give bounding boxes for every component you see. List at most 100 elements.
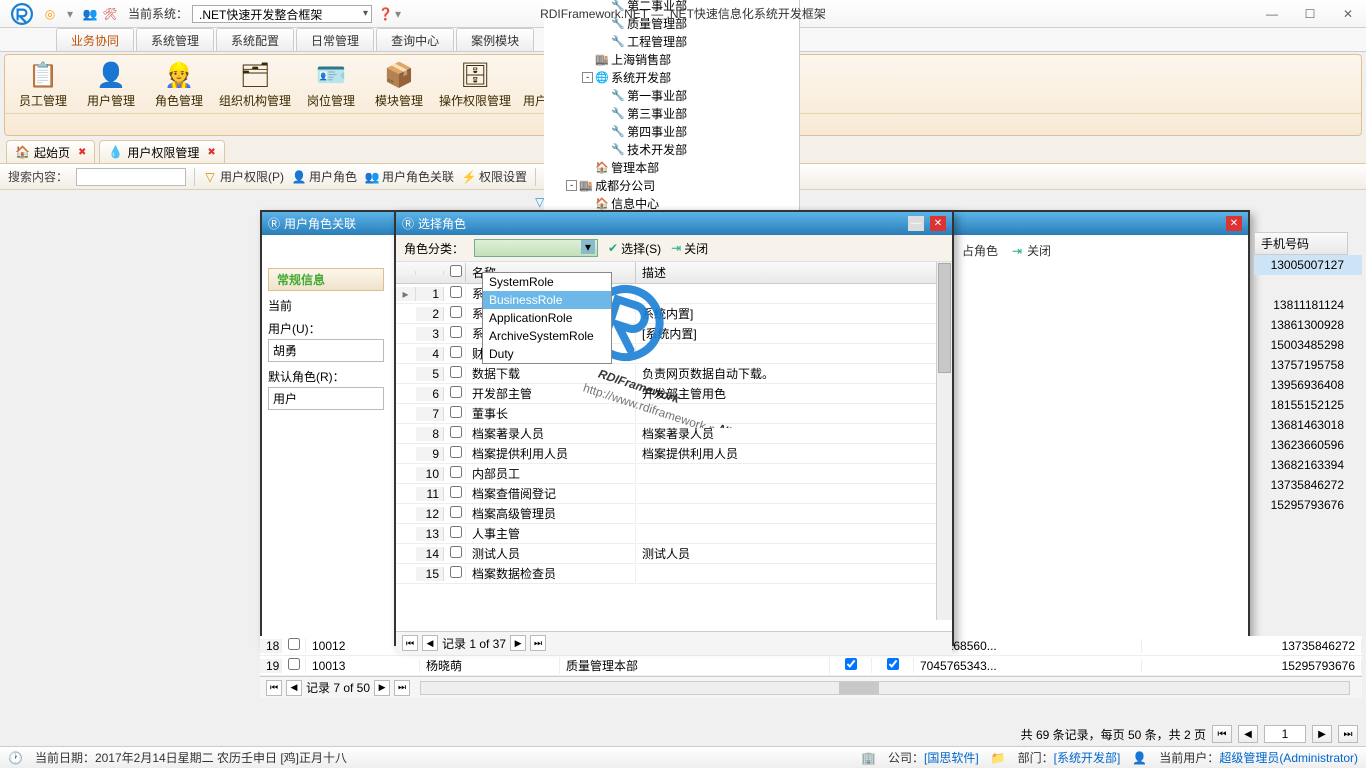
close-button[interactable]: ✕ [1338, 7, 1358, 21]
row-checkbox[interactable] [450, 366, 462, 378]
tree-toggle[interactable]: - [582, 72, 593, 83]
table-row[interactable]: 2系系统内置] [396, 304, 952, 324]
table-row[interactable]: 4财务主管 [396, 344, 952, 364]
tab-sysconfig[interactable]: 系统配置 [216, 28, 294, 51]
modal1-close-icon[interactable]: ✕ [1226, 216, 1242, 231]
ribbon-role[interactable]: 👷角色管理 [147, 58, 211, 111]
help-dropdown-icon[interactable]: ▾ [395, 7, 401, 21]
dropdown-item[interactable]: SystemRole [483, 273, 611, 291]
bg-prev[interactable]: ◀ [286, 680, 302, 696]
row-checkbox[interactable] [450, 506, 462, 518]
btn-occupy-role[interactable]: 占角色 [962, 242, 998, 259]
row-checkbox[interactable] [450, 426, 462, 438]
tools-icon[interactable]: 🛠 [102, 6, 118, 22]
rolecat-dropdown[interactable]: SystemRoleBusinessRoleApplicationRoleArc… [482, 272, 612, 364]
row-checkbox[interactable] [450, 286, 462, 298]
row-checkbox[interactable] [450, 526, 462, 538]
tab-examples[interactable]: 案例模块 [456, 28, 534, 51]
tab-query[interactable]: 查询中心 [376, 28, 454, 51]
tree-node[interactable]: 🔧技术开发部 [548, 141, 795, 159]
tree-node[interactable]: 🏠管理本部 [548, 159, 795, 177]
table-row[interactable]: 11档案查借阅登记 [396, 484, 952, 504]
users-icon[interactable]: 👥 [82, 6, 98, 22]
table-row[interactable]: 7董事长 [396, 404, 952, 424]
ribbon-org[interactable]: 🗂组织机构管理 [215, 58, 295, 111]
defrole-field[interactable]: 用户 [268, 387, 384, 410]
tree-toggle[interactable]: - [566, 180, 577, 191]
help-icon[interactable]: ❓ [378, 7, 393, 21]
bg-next[interactable]: ▶ [374, 680, 390, 696]
btn-userrolelink[interactable]: 👥用户角色关联 [365, 168, 454, 185]
page-input[interactable] [1264, 725, 1306, 743]
modal2-close-icon[interactable]: ✕ [930, 216, 946, 231]
table-row[interactable]: 13人事主管 [396, 524, 952, 544]
pager-prev[interactable]: ◀ [422, 635, 438, 651]
target-icon[interactable]: ◎ [42, 6, 58, 22]
tab-sysmgmt[interactable]: 系统管理 [136, 28, 214, 51]
table-row[interactable]: ▸1系 [396, 284, 952, 304]
ribbon-post[interactable]: 🪪岗位管理 [299, 58, 363, 111]
tree-node[interactable]: -🌐系统开发部 [548, 69, 795, 87]
table-row[interactable]: 6开发部主管开发部主管用色 [396, 384, 952, 404]
row-checkbox[interactable] [450, 406, 462, 418]
row-checkbox[interactable] [450, 466, 462, 478]
tree-node[interactable]: 🔧工程管理部 [548, 33, 795, 51]
bg-last[interactable]: ⏭ [394, 680, 410, 696]
tab-daily[interactable]: 日常管理 [296, 28, 374, 51]
grid-body[interactable]: ▸1系2系系统内置]3系统配置员[系统内置]4财务主管5数据下载负责网页数据自动… [396, 284, 952, 632]
row-checkbox[interactable] [450, 566, 462, 578]
doctab-home[interactable]: 🏠起始页✖ [6, 140, 95, 163]
col-desc[interactable]: 描述 [636, 262, 952, 283]
close-tab-icon[interactable]: ✖ [207, 147, 215, 158]
user-field[interactable]: 胡勇 [268, 339, 384, 362]
btn-permset[interactable]: ⚡权限设置 [462, 168, 527, 185]
page-last[interactable]: ⏭ [1338, 725, 1358, 743]
tree-node[interactable]: 🔧第一事业部 [548, 87, 795, 105]
table-row[interactable]: 12档案高级管理员 [396, 504, 952, 524]
phone-header[interactable]: 手机号码 [1254, 232, 1348, 255]
tree-node[interactable]: 🔧第四事业部 [548, 123, 795, 141]
dropdown-icon[interactable]: ▾ [62, 6, 78, 22]
current-system-combo[interactable]: .NET快速开发整合框架 [192, 5, 372, 23]
row-checkbox[interactable] [450, 446, 462, 458]
close-tab-icon[interactable]: ✖ [78, 147, 86, 158]
table-row[interactable]: 15档案数据检查员 [396, 564, 952, 584]
table-row[interactable]: 3系统配置员[系统内置] [396, 324, 952, 344]
btn-userrole[interactable]: 👤用户角色 [292, 168, 357, 185]
row-checkbox[interactable] [450, 326, 462, 338]
dropdown-item[interactable]: ApplicationRole [483, 309, 611, 327]
header-checkbox[interactable] [450, 265, 462, 277]
table-row[interactable]: 5数据下载负责网页数据自动下载。 [396, 364, 952, 384]
pager-last[interactable]: ⏭ [530, 635, 546, 651]
row-checkbox[interactable] [450, 306, 462, 318]
tab-business[interactable]: 业务协同 [56, 28, 134, 51]
bg-first[interactable]: ⏮ [266, 680, 282, 696]
row-checkbox[interactable] [450, 546, 462, 558]
table-row[interactable]: 9档案提供利用人员档案提供利用人员 [396, 444, 952, 464]
page-first[interactable]: ⏮ [1212, 725, 1232, 743]
dropdown-item[interactable]: ArchiveSystemRole [483, 327, 611, 345]
table-row[interactable]: 1910013杨晓萌质量管理本部7045765343...15295793676 [260, 656, 1362, 676]
ribbon-user[interactable]: 👤用户管理 [79, 58, 143, 111]
page-prev[interactable]: ◀ [1238, 725, 1258, 743]
table-row[interactable]: 8档案著录人员档案著录人员 [396, 424, 952, 444]
btn-mod1-close[interactable]: ⇥关闭 [1010, 242, 1051, 259]
page-next[interactable]: ▶ [1312, 725, 1332, 743]
dropdown-item[interactable]: BusinessRole [483, 291, 611, 309]
btn-select[interactable]: ✔选择(S) [608, 240, 661, 257]
ribbon-module[interactable]: 📦模块管理 [367, 58, 431, 111]
table-row[interactable]: 14测试人员测试人员 [396, 544, 952, 564]
search-input[interactable] [76, 168, 186, 186]
row-checkbox[interactable] [450, 346, 462, 358]
horizontal-scrollbar[interactable] [420, 681, 1350, 695]
dropdown-item[interactable]: Duty [483, 345, 611, 363]
minimize-button[interactable]: — [1262, 7, 1282, 21]
btn-mod2-close[interactable]: ⇥关闭 [671, 240, 708, 257]
ribbon-staff[interactable]: 📋员工管理 [11, 58, 75, 111]
doctab-userperm[interactable]: 💧用户权限管理✖ [99, 140, 224, 163]
btn-userperm[interactable]: ▽用户权限(P) [203, 168, 284, 185]
ribbon-opperm[interactable]: 🗄操作权限管理 [435, 58, 515, 111]
tree-node[interactable]: 🔧第三事业部 [548, 105, 795, 123]
pager-next[interactable]: ▶ [510, 635, 526, 651]
pager-first[interactable]: ⏮ [402, 635, 418, 651]
